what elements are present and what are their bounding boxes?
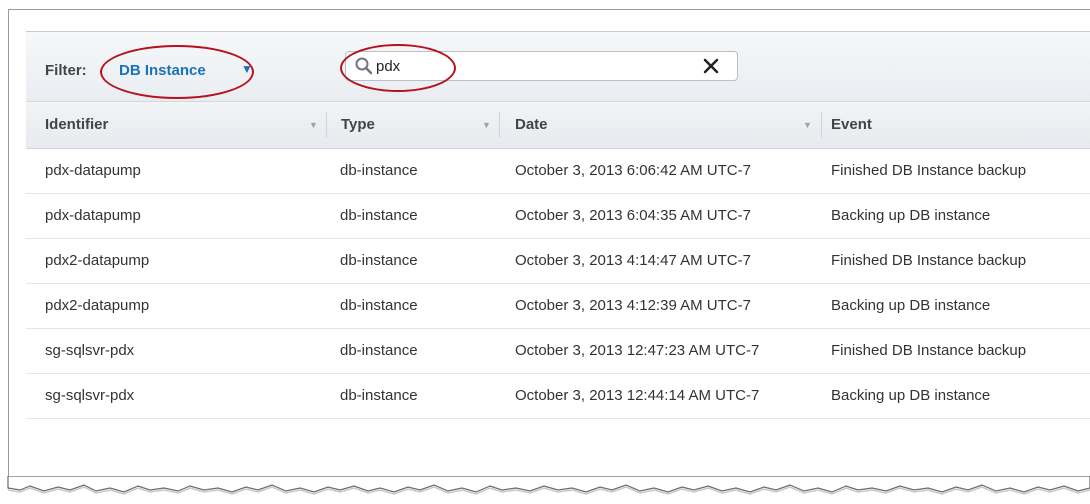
cell-date: October 3, 2013 4:12:39 AM UTC-7 xyxy=(515,297,751,314)
torn-edge xyxy=(7,476,1090,495)
search-highlight-ellipse xyxy=(340,44,456,92)
cell-identifier: pdx-datapump xyxy=(45,207,141,224)
filter-bar: Filter: DB Instance ▼ xyxy=(26,32,1090,101)
events-panel: Filter: DB Instance ▼ Identifier ▼ xyxy=(26,31,1090,420)
cell-type: db-instance xyxy=(340,162,418,179)
cell-identifier: pdx2-datapump xyxy=(45,297,150,314)
cell-event: Finished DB Instance backup xyxy=(831,162,1027,179)
table-row[interactable]: sg-sqlsvr-pdx db-instance October 3, 201… xyxy=(26,328,1090,374)
cell-event: Backing up DB instance xyxy=(831,387,991,404)
cell-date: October 3, 2013 6:04:35 AM UTC-7 xyxy=(515,207,751,224)
cell-date: October 3, 2013 12:44:14 AM UTC-7 xyxy=(515,387,760,404)
table-row[interactable]: pdx2-datapump db-instance October 3, 201… xyxy=(26,283,1090,329)
sort-caret-icon[interactable]: ▼ xyxy=(803,102,812,148)
column-header-identifier[interactable]: Identifier xyxy=(45,102,108,148)
column-divider[interactable] xyxy=(326,112,327,138)
filter-highlight-ellipse xyxy=(100,45,254,99)
table-row[interactable]: pdx2-datapump db-instance October 3, 201… xyxy=(26,238,1090,284)
column-divider[interactable] xyxy=(821,112,822,138)
cell-type: db-instance xyxy=(340,297,418,314)
cell-type: db-instance xyxy=(340,387,418,404)
table-row[interactable]: pdx-datapump db-instance October 3, 2013… xyxy=(26,148,1090,194)
cell-date: October 3, 2013 4:14:47 AM UTC-7 xyxy=(515,252,751,269)
screenshot-frame: Filter: DB Instance ▼ Identifier ▼ xyxy=(8,9,1090,489)
cell-date: October 3, 2013 6:06:42 AM UTC-7 xyxy=(515,162,751,179)
column-header-date[interactable]: Date xyxy=(515,102,548,148)
cell-identifier: sg-sqlsvr-pdx xyxy=(45,387,135,404)
column-divider[interactable] xyxy=(499,112,500,138)
cell-type: db-instance xyxy=(340,252,418,269)
cell-identifier: pdx2-datapump xyxy=(45,252,150,269)
table-header: Identifier ▼ Type ▼ Date ▼ Event xyxy=(26,101,1090,149)
cell-event: Finished DB Instance backup xyxy=(831,342,1027,359)
table-row[interactable]: pdx-datapump db-instance October 3, 2013… xyxy=(26,193,1090,239)
column-header-type[interactable]: Type xyxy=(341,102,375,148)
table-row[interactable]: sg-sqlsvr-pdx db-instance October 3, 201… xyxy=(26,373,1090,419)
cell-event: Backing up DB instance xyxy=(831,297,991,314)
column-header-event[interactable]: Event xyxy=(831,102,872,148)
cell-identifier: pdx-datapump xyxy=(45,162,141,179)
filter-label: Filter: xyxy=(45,62,87,79)
close-icon[interactable] xyxy=(701,56,721,76)
cell-type: db-instance xyxy=(340,207,418,224)
cell-event: Finished DB Instance backup xyxy=(831,252,1027,269)
sort-caret-icon[interactable]: ▼ xyxy=(309,102,318,148)
cell-type: db-instance xyxy=(340,342,418,359)
cell-event: Backing up DB instance xyxy=(831,207,991,224)
sort-caret-icon[interactable]: ▼ xyxy=(482,102,491,148)
cell-identifier: sg-sqlsvr-pdx xyxy=(45,342,135,359)
cell-date: October 3, 2013 12:47:23 AM UTC-7 xyxy=(515,342,760,359)
